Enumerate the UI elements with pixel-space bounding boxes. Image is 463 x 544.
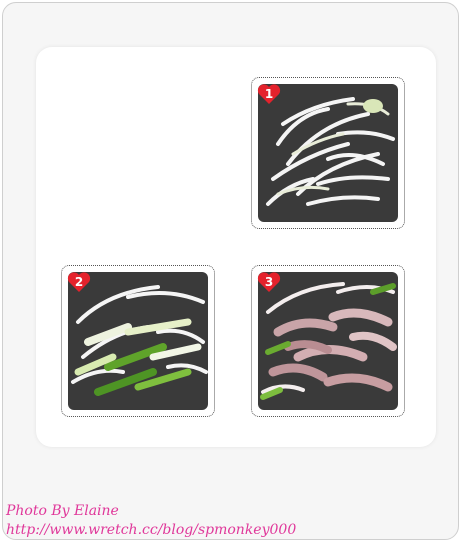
step-2-heart-badge-icon: 2 (67, 272, 91, 292)
photo-step-3: 3 (251, 265, 405, 417)
photo-step-2: 2 (61, 265, 215, 417)
step-3-number: 3 (265, 275, 273, 289)
blog-url: http://www.wretch.cc/blog/spmonkey000 (6, 522, 297, 538)
step-2-number: 2 (75, 275, 83, 289)
step-1-number: 1 (265, 87, 273, 101)
step-3-heart-badge-icon: 3 (257, 272, 281, 292)
step-1-heart-badge-icon: 1 (257, 84, 281, 104)
photo-credit: Photo By Elaine (6, 503, 119, 519)
photo-step-1: 1 (251, 77, 405, 229)
page-frame: 1 2 3 (2, 2, 459, 540)
photo-panel: 1 2 3 (36, 47, 436, 447)
